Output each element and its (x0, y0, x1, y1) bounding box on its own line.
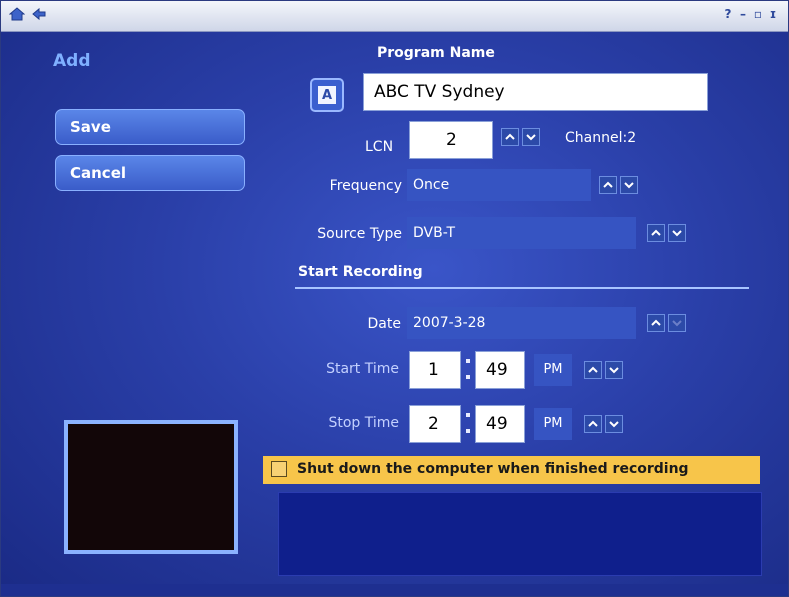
chevron-up-icon (505, 133, 515, 140)
date-select[interactable]: 2007-3-28 (407, 307, 636, 339)
start-ampm-select[interactable]: PM (534, 354, 572, 386)
chevron-up-icon (588, 366, 598, 373)
time-colon (466, 375, 470, 379)
start-minute-input[interactable]: 49 (475, 351, 525, 389)
source-type-down-button[interactable] (668, 224, 686, 242)
frequency-select[interactable]: Once (407, 169, 591, 201)
cancel-button[interactable]: Cancel (55, 155, 245, 191)
close-button[interactable]: ɪ (768, 7, 778, 21)
title-bar: ? – ▫ ɪ (1, 1, 788, 32)
start-hour-input[interactable]: 1 (409, 351, 461, 389)
frequency-up-button[interactable] (599, 176, 617, 194)
shutdown-option[interactable]: Shut down the computer when finished rec… (263, 456, 760, 484)
time-colon (466, 429, 470, 433)
date-down-button[interactable] (668, 314, 686, 332)
start-recording-heading: Start Recording (298, 264, 423, 280)
section-divider (295, 287, 749, 289)
source-type-up-button[interactable] (647, 224, 665, 242)
keyboard-button[interactable]: A (310, 78, 344, 112)
lcn-label: LCN (365, 139, 394, 155)
stop-time-up-button[interactable] (584, 415, 602, 433)
program-name-label: Program Name (377, 45, 495, 61)
program-name-input[interactable]: ABC TV Sydney (363, 73, 708, 111)
restore-button[interactable]: ▫ (753, 7, 763, 21)
chevron-down-icon (672, 320, 682, 327)
date-label: Date (367, 316, 401, 332)
chevron-up-icon (588, 420, 598, 427)
chevron-down-icon (526, 134, 536, 141)
chevron-down-icon (672, 230, 682, 237)
channel-info: Channel:2 (565, 130, 637, 146)
time-colon (466, 413, 470, 417)
info-panel (278, 492, 762, 576)
back-arrow-icon[interactable] (31, 6, 47, 22)
shutdown-checkbox[interactable] (271, 461, 287, 477)
date-up-button[interactable] (647, 314, 665, 332)
chevron-down-icon (609, 421, 619, 428)
lcn-down-button[interactable] (522, 128, 540, 146)
shutdown-checkbox-label: Shut down the computer when finished rec… (297, 461, 689, 477)
save-button[interactable]: Save (55, 109, 245, 145)
chevron-down-icon (624, 182, 634, 189)
help-button[interactable]: ? (723, 7, 733, 21)
frequency-down-button[interactable] (620, 176, 638, 194)
start-time-label: Start Time (326, 361, 399, 377)
source-type-select[interactable]: DVB-T (407, 217, 636, 249)
home-icon[interactable] (9, 6, 25, 22)
chevron-up-icon (603, 181, 613, 188)
frequency-label: Frequency (329, 178, 402, 194)
start-time-up-button[interactable] (584, 361, 602, 379)
lcn-up-button[interactable] (501, 128, 519, 146)
chevron-down-icon (609, 367, 619, 374)
stop-hour-input[interactable]: 2 (409, 405, 461, 443)
lcn-input[interactable]: 2 (409, 121, 493, 159)
minimize-button[interactable]: – (738, 7, 748, 21)
video-preview (64, 420, 238, 554)
time-colon (466, 359, 470, 363)
bottom-strip (1, 584, 788, 596)
stop-time-label: Stop Time (328, 415, 399, 431)
keyboard-icon: A (318, 86, 336, 104)
start-time-down-button[interactable] (605, 361, 623, 379)
page-title: Add (53, 51, 91, 71)
stop-time-down-button[interactable] (605, 415, 623, 433)
stop-minute-input[interactable]: 49 (475, 405, 525, 443)
source-type-label: Source Type (317, 226, 402, 242)
main-window: ? – ▫ ɪ Add Save Cancel Program Name A A… (0, 0, 789, 597)
stop-ampm-select[interactable]: PM (534, 408, 572, 440)
chevron-up-icon (651, 319, 661, 326)
chevron-up-icon (651, 229, 661, 236)
